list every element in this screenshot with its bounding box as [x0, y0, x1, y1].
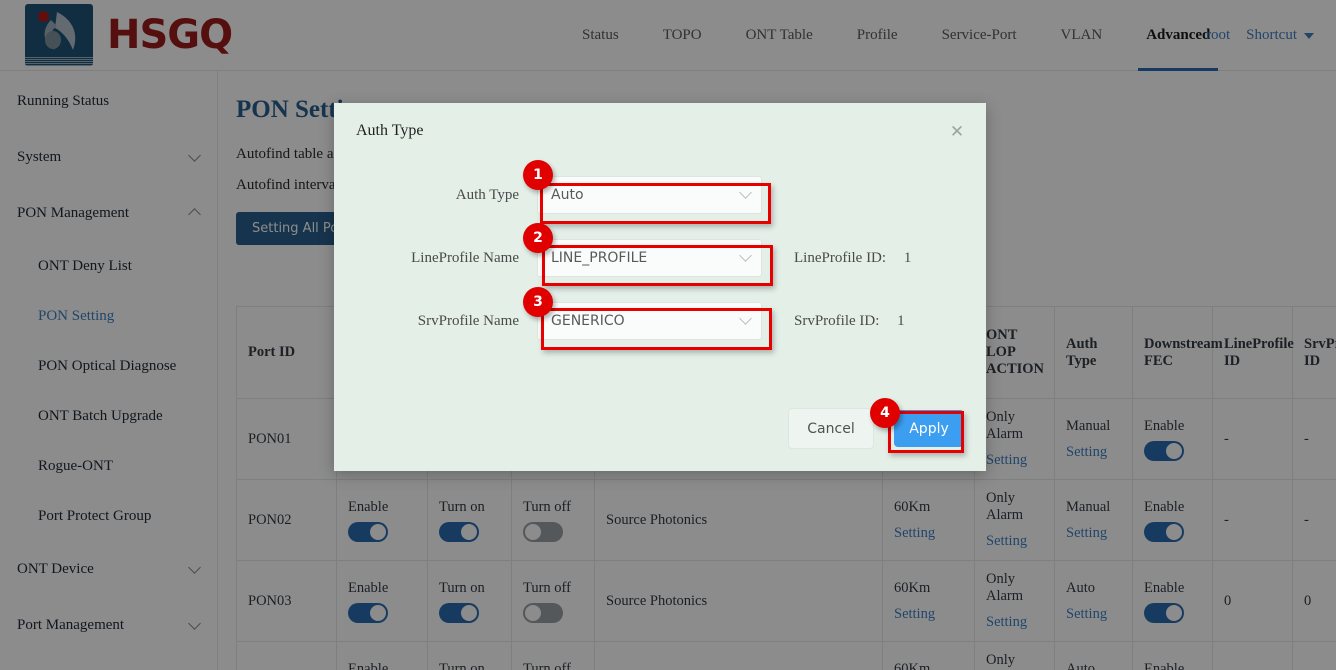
auth-type-value: Auto [551, 187, 584, 203]
modal-header: Auth Type ✕ [334, 103, 986, 159]
lineprofile-id-value: 1 [904, 250, 912, 266]
cancel-button[interactable]: Cancel [788, 408, 874, 449]
srvprofile-id-value: 1 [897, 313, 905, 329]
srvprofile-name-select[interactable]: GENERICO [537, 302, 762, 340]
annotation-badge-1: 1 [523, 160, 553, 190]
form-row-auth-type: Auth Type Auto [334, 173, 986, 217]
lineprofile-name-select[interactable]: LINE_PROFILE [537, 239, 762, 277]
auth-type-select[interactable]: Auto [537, 176, 762, 214]
lineprofile-name-value: LINE_PROFILE [551, 250, 647, 266]
srvprofile-id-readout: SrvProfile ID: 1 [794, 313, 905, 330]
chevron-down-icon [739, 186, 752, 199]
modal-body: Auth Type Auto LineProfile Name LINE_PRO… [334, 159, 986, 343]
lineprofile-id-readout: LineProfile ID: 1 [794, 250, 911, 267]
form-row-srvprofile: SrvProfile Name GENERICO SrvProfile ID: … [334, 299, 986, 343]
form-row-lineprofile: LineProfile Name LINE_PROFILE LineProfil… [334, 236, 986, 280]
apply-button[interactable]: Apply [894, 410, 964, 447]
annotation-badge-4: 4 [870, 398, 900, 428]
srvprofile-name-value: GENERICO [551, 313, 625, 329]
srvprofile-id-label: SrvProfile ID: [794, 313, 879, 329]
srvprofile-name-label: SrvProfile Name [334, 313, 537, 330]
close-icon[interactable]: ✕ [948, 123, 966, 141]
annotation-badge-3: 3 [523, 287, 553, 317]
auth-type-label: Auth Type [334, 187, 537, 204]
annotation-badge-2: 2 [523, 223, 553, 253]
lineprofile-id-label: LineProfile ID: [794, 250, 886, 266]
lineprofile-name-label: LineProfile Name [334, 250, 537, 267]
chevron-down-icon [739, 312, 752, 325]
application-root: HSGQ Status TOPO ONT Table Profile Servi… [0, 0, 1336, 670]
chevron-down-icon [739, 249, 752, 262]
modal-title: Auth Type [356, 122, 423, 140]
